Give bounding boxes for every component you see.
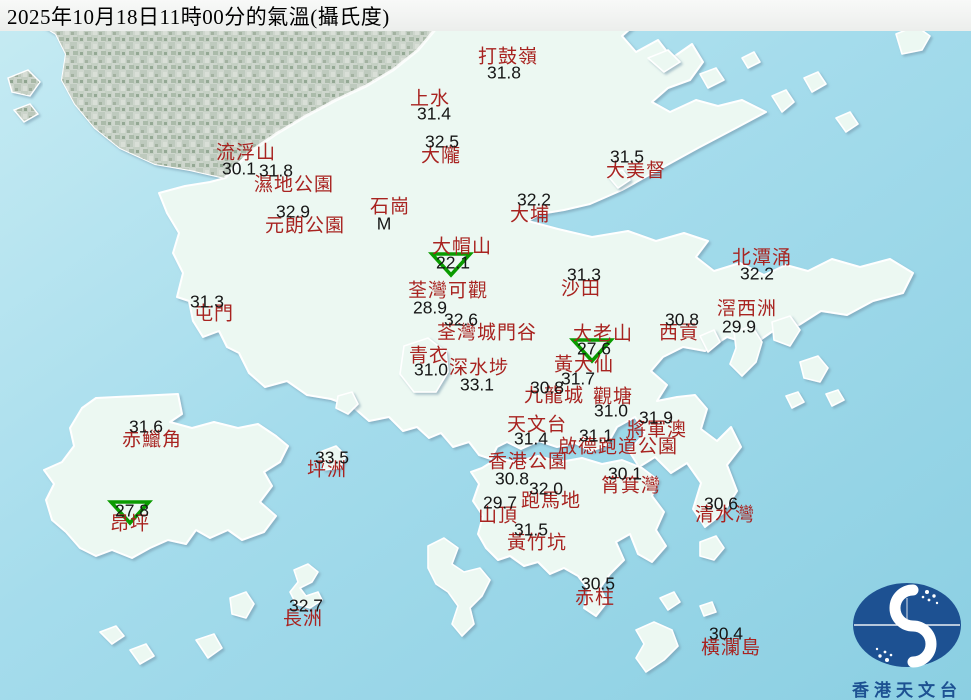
station-temperature-value: 30.1 (607, 463, 643, 484)
station-temperature-value: 30.8 (494, 468, 530, 489)
station-temperature-value: 31.1 (578, 425, 614, 446)
page-title: 2025年10月18日11時00分的氣溫(攝氏度) (7, 4, 390, 29)
station-temperature-value: 31.5 (513, 519, 549, 540)
station-temperature-value: 31.9 (638, 407, 674, 428)
station-temperature-value: 32.2 (739, 263, 775, 284)
station-temperature-value: 31.3 (189, 291, 225, 312)
hko-logo-chinese-name: 香港天文台 (852, 681, 962, 700)
station-temperature-value: 29.7 (482, 492, 518, 513)
station-temperature-value: 30.8 (664, 309, 700, 330)
station-temperature-value: 32.0 (528, 478, 564, 499)
station-temperature-value: 31.7 (560, 368, 596, 389)
station-temperature-value: 31.4 (416, 103, 452, 124)
hong-kong-map (0, 0, 971, 700)
station-temperature-value: 29.9 (721, 316, 757, 337)
station-temperature-value: 30.6 (703, 493, 739, 514)
station-temperature-value: 31.4 (513, 428, 549, 449)
temperature-map-page: 打鼓嶺 31.8 上水 31.4 大隴 32.5 流浮山 30.1 濕地公園 31.8 元朗公園 32… (0, 0, 971, 700)
station-temperature-value: 30.8 (529, 377, 565, 398)
hko-logo: 香港天文台 HONG KONG OBSERVATORY (845, 582, 969, 700)
station-temperature-value: 31.6 (128, 416, 164, 437)
station-temperature-value: 31.0 (593, 400, 629, 421)
station-name: 啟德跑道公園 (557, 436, 679, 458)
station-temperature-value: 28.9 (412, 297, 448, 318)
station-temperature-value: M (376, 213, 392, 234)
title-bar: 2025年10月18日11時00分的氣溫(攝氏度) (0, 0, 971, 31)
station-temperature-value: 32.5 (424, 131, 460, 152)
station-temperature-value: 31.5 (609, 146, 645, 167)
station-temperature-value: 22.1 (435, 252, 471, 273)
station-temperature-value: 31.8 (258, 160, 294, 181)
station-temperature-value: 32.6 (443, 309, 479, 330)
station-temperature-value: 30.4 (708, 623, 744, 644)
station-temperature-value: 27.6 (576, 338, 612, 359)
station-temperature-value: 33.1 (459, 374, 495, 395)
station-temperature-value: 31.0 (413, 359, 449, 380)
station-temperature-value: 30.5 (580, 573, 616, 594)
station-temperature-value: 32.9 (275, 201, 311, 222)
station-temperature-value: 30.1 (221, 158, 257, 179)
station-temperature-value: 32.2 (516, 189, 552, 210)
station-temperature-value: 27.8 (114, 500, 150, 521)
station-temperature-value: 31.3 (566, 264, 602, 285)
station-temperature-value: 31.8 (486, 62, 522, 83)
station-temperature-value: 32.7 (288, 595, 324, 616)
hko-logo-emblem (853, 583, 961, 668)
station-temperature-value: 33.5 (314, 447, 350, 468)
